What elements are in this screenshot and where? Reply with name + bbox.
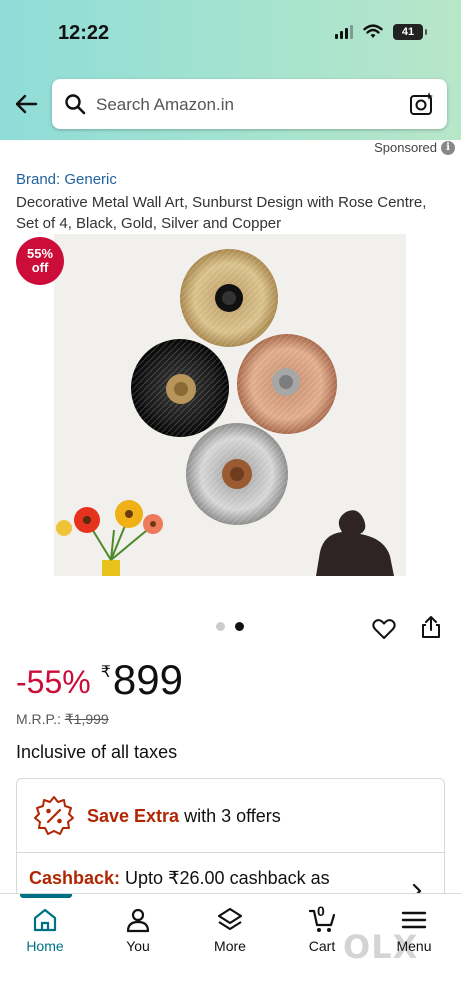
product-title: Decorative Metal Wall Art, Sunburst Desi… xyxy=(16,194,427,232)
price-row: -55% ₹ 899 xyxy=(16,656,183,704)
image-pager-dots[interactable] xyxy=(216,622,244,631)
currency-symbol: ₹ xyxy=(100,664,111,681)
pager-dot-active[interactable] xyxy=(235,622,244,631)
search-input[interactable]: Search Amazon.in xyxy=(96,95,234,115)
offer-percent-icon xyxy=(34,796,74,835)
cart-count: 0 xyxy=(317,903,325,919)
wifi-icon xyxy=(363,24,383,38)
price-value: 899 xyxy=(112,656,183,703)
discount-percent: -55% xyxy=(16,664,91,700)
nav-more[interactable]: More xyxy=(195,906,265,954)
product-image[interactable] xyxy=(54,234,406,576)
pager-dot[interactable] xyxy=(216,622,225,631)
share-icon[interactable] xyxy=(418,614,444,640)
olx-watermark: OLX xyxy=(343,928,419,966)
home-icon xyxy=(33,908,57,932)
brand-link[interactable]: Brand: Generic xyxy=(16,171,117,188)
user-icon xyxy=(126,908,150,933)
search-icon xyxy=(65,94,86,115)
save-extra-row[interactable]: Save Extra with 3 offers xyxy=(17,779,444,853)
info-icon: i xyxy=(441,140,455,155)
active-tab-indicator xyxy=(20,894,72,898)
heart-icon[interactable] xyxy=(371,616,397,642)
nav-home[interactable]: Home xyxy=(10,906,80,954)
status-icons: 41 xyxy=(335,24,427,40)
back-arrow-icon[interactable] xyxy=(12,90,40,118)
discount-badge: 55% off xyxy=(16,237,64,285)
camera-search-icon[interactable] xyxy=(409,91,435,117)
mrp-value: ₹1,999 xyxy=(64,711,109,727)
nav-you[interactable]: You xyxy=(103,906,173,954)
mrp: M.R.P.: ₹1,999 xyxy=(16,711,109,727)
status-time: 12:22 xyxy=(58,22,110,44)
app-header: 12:22 41 Search Amazon.in xyxy=(0,0,461,140)
cellular-signal-icon xyxy=(335,25,353,39)
layers-icon xyxy=(217,907,243,931)
sponsored-label[interactable]: Sponsored i xyxy=(374,140,455,155)
search-bar[interactable]: Search Amazon.in xyxy=(52,79,447,129)
cashback-offer[interactable]: Cashback: Upto ₹26.00 cashback as xyxy=(29,868,330,889)
tax-note: Inclusive of all taxes xyxy=(16,742,178,762)
offers-summary: Save Extra with 3 offers xyxy=(87,806,281,826)
battery-indicator: 41 xyxy=(393,24,427,40)
